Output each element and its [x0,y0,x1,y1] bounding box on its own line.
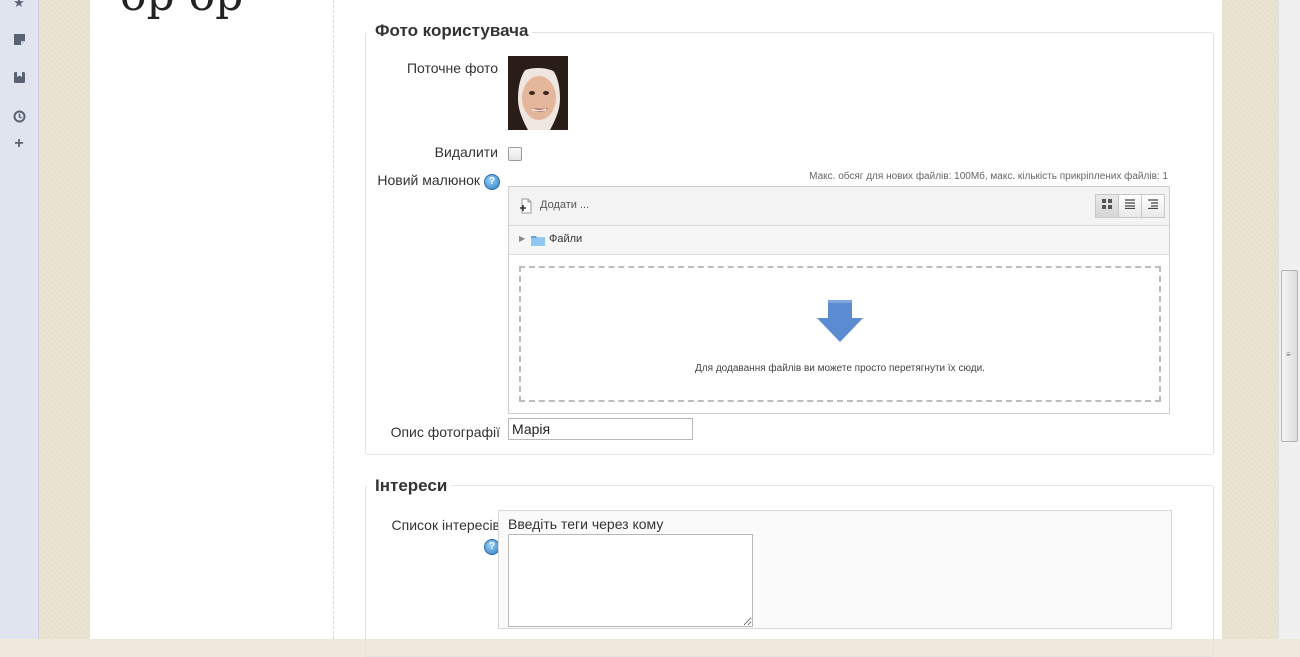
drop-zone-text: Для додавання файлів ви можете просто пе… [695,363,985,374]
bookmark-icon[interactable] [12,71,26,85]
drop-zone[interactable]: Для додавання файлів ви можете просто пе… [519,266,1161,402]
current-photo-label: Поточне фото [406,60,498,76]
delete-checkbox[interactable] [508,147,522,161]
cut-off-heading: ор ор [120,0,243,21]
file-limits-text: Макс. обсяг для нових файлів: 100Мб, мак… [809,171,1168,182]
breadcrumb: ▶ Файли [509,226,1169,255]
tags-hint: Введіть теги через кому [508,516,664,532]
delete-label: Видалити [434,144,498,160]
plus-icon[interactable]: + [12,136,26,152]
drop-arrow-icon [817,300,863,342]
interests-legend: Інтереси [367,476,452,496]
add-file-label: Додати ... [540,199,590,211]
expand-arrow-icon[interactable]: ▶ [519,234,525,243]
icon-view-button[interactable] [1095,194,1119,218]
list-view-button[interactable] [1118,194,1142,218]
column-divider [333,0,334,639]
view-switcher [1095,194,1167,218]
page-scrollbar[interactable]: ≡ [1278,0,1300,639]
grip-icon: ≡ [1286,350,1291,359]
tree-view-button[interactable] [1141,194,1165,218]
right-background [1222,0,1278,639]
file-picker: Додати ... ▶ Файли Для додавання файлів … [508,186,1170,414]
description-input[interactable] [508,418,693,440]
photo-legend: Фото користувача [367,21,533,41]
note-icon[interactable] [12,33,26,47]
new-picture-label: Новий малюнок [377,172,480,188]
folder-icon [531,233,545,246]
file-picker-toolbar: Додати ... [509,187,1169,226]
interests-list-label: Список інтересів [391,517,500,533]
add-file-icon [519,198,533,214]
help-icon[interactable]: ? [484,174,500,190]
clock-icon[interactable] [12,110,26,124]
interests-textarea[interactable] [508,534,753,627]
star-icon[interactable]: ★ [12,0,26,10]
folder-label[interactable]: Файли [549,233,582,245]
description-label: Опис фотографії [390,424,500,440]
user-photo [508,56,568,130]
side-dock: ★ + [0,0,39,639]
scrollbar-thumb[interactable]: ≡ [1281,270,1298,442]
